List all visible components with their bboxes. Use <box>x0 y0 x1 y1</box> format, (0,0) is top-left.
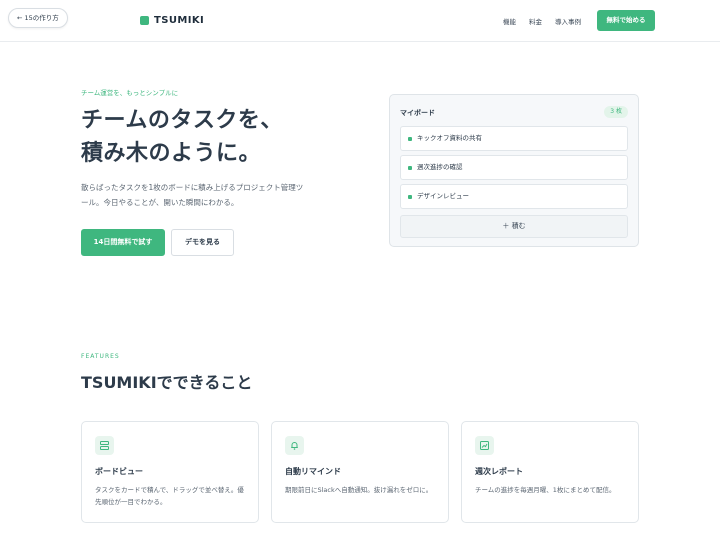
board-card[interactable]: キックオフ資料の共有 <box>400 126 628 151</box>
board-count-badge: 3 枚 <box>604 106 628 118</box>
main-nav: 機能 料金 導入事例 <box>503 0 581 42</box>
features-title: TSUMIKIでできること <box>81 373 253 392</box>
feature-title: 自動リマインド <box>285 467 341 476</box>
hero-title-line: チームのタスクを、 <box>81 108 283 133</box>
feature-card-remind: 自動リマインド 期限前日にSlackへ自動通知。抜け漏れをゼロに。 <box>271 421 449 523</box>
board-icon <box>95 436 114 455</box>
board-card-label: デザインレビュー <box>417 192 469 200</box>
card-marker-icon <box>408 137 412 141</box>
logo[interactable]: TSUMIKI <box>140 15 204 26</box>
features-eyebrow: FEATURES <box>81 353 120 360</box>
feature-title: 週次レポート <box>475 467 523 476</box>
feature-description: 期限前日にSlackへ自動通知。抜け漏れをゼロに。 <box>285 486 433 494</box>
hero-description: 散らばったタスクを1枚のボードに積み上げるプロジェクト管理ツ ール。今日やること… <box>81 180 331 210</box>
report-icon <box>475 436 494 455</box>
board-card[interactable]: 週次進捗の確認 <box>400 155 628 180</box>
add-card-button[interactable]: ＋ 積む <box>400 215 628 238</box>
card-marker-icon <box>408 166 412 170</box>
feature-description: タスクをカードで積んで、ドラッグで並べ替え。優先順位が一目でわかる。 <box>95 486 244 506</box>
nav-link-features[interactable]: 機能 <box>503 16 516 26</box>
board-title: マイボード <box>400 109 435 117</box>
feature-title: ボードビュー <box>95 467 143 476</box>
feature-description: チームの進捗を毎週月曜、1枚にまとめて配信。 <box>475 486 616 494</box>
board-card-label: 週次進捗の確認 <box>417 163 463 171</box>
header-cta-button[interactable]: 無料で始める <box>597 10 655 31</box>
hero-description-line: 散らばったタスクを1枚のボードに積み上げるプロジェクト管理ツ <box>81 183 304 192</box>
hero-eyebrow: チーム運営を、もっとシンプルに <box>81 89 179 97</box>
logo-text: TSUMIKI <box>154 15 205 26</box>
board-card-label: キックオフ資料の共有 <box>417 134 482 142</box>
logo-icon <box>140 16 149 25</box>
free-trial-button[interactable]: 14日間無料で試す <box>81 229 165 256</box>
site-header: ← 15の作り方 TSUMIKI 機能 料金 導入事例 無料で始める <box>0 0 720 42</box>
hero-description-line: ール。今日やることが、開いた瞬間にわかる。 <box>81 198 239 207</box>
nav-link-cases[interactable]: 導入事例 <box>555 16 581 26</box>
hero-title-line: 積み木のように。 <box>81 141 262 166</box>
board-card[interactable]: デザインレビュー <box>400 184 628 209</box>
nav-link-pricing[interactable]: 料金 <box>529 16 542 26</box>
bell-icon <box>285 436 304 455</box>
feature-card-report: 週次レポート チームの進捗を毎週月曜、1枚にまとめて配信。 <box>461 421 639 523</box>
demo-button[interactable]: デモを見る <box>171 229 234 256</box>
feature-card-board: ボードビュー タスクをカードで積んで、ドラッグで並べ替え。優先順位が一目でわかる… <box>81 421 259 523</box>
back-button[interactable]: ← 15の作り方 <box>8 8 68 28</box>
card-marker-icon <box>408 195 412 199</box>
board-preview: マイボード 3 枚 キックオフ資料の共有 週次進捗の確認 デザインレビュー ＋ … <box>389 94 639 247</box>
hero-title: チームのタスクを、 積み木のように。 <box>81 104 283 170</box>
